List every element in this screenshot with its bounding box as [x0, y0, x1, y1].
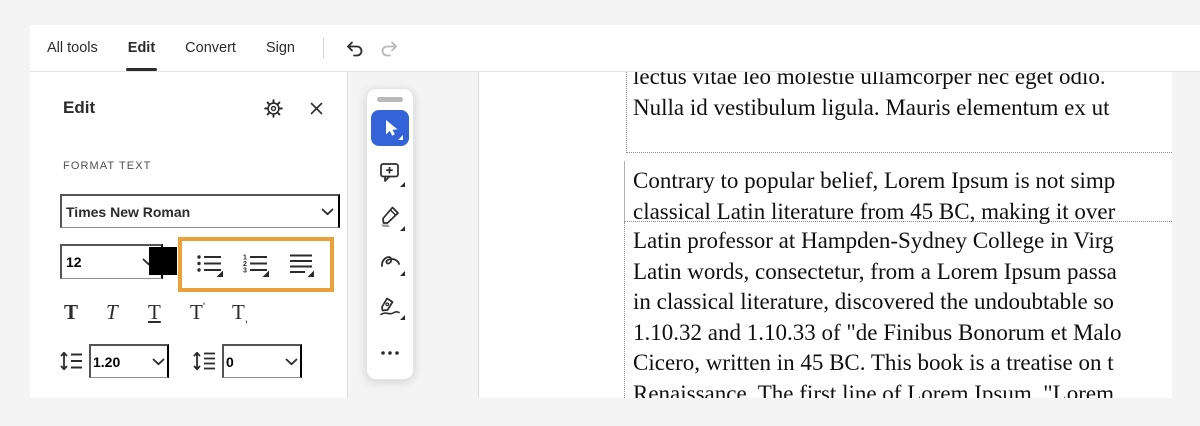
text-style-row: T T T T' T, — [60, 294, 310, 330]
font-family-dropdown[interactable]: Times New Roman — [60, 194, 340, 228]
underline-button[interactable]: T — [144, 300, 186, 325]
toolbar-drag-handle[interactable] — [377, 97, 403, 102]
list-format-group-highlighted: 123 — [178, 237, 334, 292]
alignment-icon — [289, 252, 315, 278]
char-spacing-value: 0 — [226, 354, 234, 370]
panel-title: Edit — [63, 98, 95, 118]
bold-button[interactable]: T — [60, 300, 102, 325]
add-comment-icon — [379, 162, 401, 183]
edit-panel-header: Edit — [63, 96, 329, 120]
font-size-value: 12 — [66, 254, 82, 270]
quick-tools-toolbar — [366, 88, 414, 380]
document-line: 1.10.32 and 1.10.33 of "de Finibus Bonor… — [633, 318, 1172, 349]
chevron-down-icon — [152, 358, 165, 366]
sign-pen-icon — [378, 295, 402, 317]
text-frame[interactable]: lectus vitae leo molestie ullamcorper ne… — [626, 72, 1172, 153]
document-page[interactable]: lectus vitae leo molestie ullamcorper ne… — [478, 72, 1172, 398]
italic-button[interactable]: T — [102, 300, 144, 325]
document-line: in classical literature, discovered the … — [633, 287, 1172, 318]
document-line: Latin words, consectetur, from a Lorem I… — [633, 257, 1172, 288]
char-spacing-group: 0 — [193, 344, 302, 378]
chevron-down-icon — [285, 358, 298, 366]
redo-icon — [378, 40, 400, 57]
char-spacing-icon — [193, 351, 216, 371]
bulleted-list-button[interactable] — [192, 248, 228, 282]
text-frame[interactable]: Contrary to popular belief, Lorem Ipsum … — [624, 161, 1172, 222]
document-line: Nulla id vestibulum ligula. Mauris eleme… — [633, 93, 1172, 124]
document-line: lectus vitae leo molestie ullamcorper ne… — [633, 72, 1172, 93]
chevron-down-icon — [321, 208, 334, 216]
document-line: Cicero, written in 45 BC. This book is a… — [633, 348, 1172, 379]
undo-icon — [344, 40, 366, 57]
tab-sign[interactable]: Sign — [264, 25, 297, 71]
font-family-value: Times New Roman — [66, 204, 190, 220]
bulleted-list-icon — [196, 252, 224, 278]
more-ellipsis-icon — [380, 350, 400, 356]
fill-and-sign-tool-button[interactable] — [371, 288, 409, 325]
select-tool-button[interactable] — [371, 110, 409, 147]
more-tools-button[interactable] — [371, 334, 409, 371]
highlighter-icon — [378, 205, 402, 229]
toolbar-divider — [323, 38, 324, 58]
document-line: Contrary to popular belief, Lorem Ipsum … — [633, 166, 1172, 197]
top-toolbar: All tools Edit Convert Sign — [30, 25, 1200, 72]
draw-tool-button[interactable] — [371, 243, 409, 280]
format-text-section-label: FORMAT TEXT — [63, 160, 152, 172]
superscript-button[interactable]: T' — [186, 300, 228, 325]
spacing-row: 1.20 0 — [60, 340, 350, 382]
numbered-list-icon: 123 — [242, 252, 270, 278]
document-line: Latin professor at Hampden-Sydney Colleg… — [633, 226, 1172, 257]
svg-text:3: 3 — [243, 267, 247, 274]
font-size-dropdown[interactable]: 12 — [60, 244, 163, 279]
draw-squiggle-icon — [379, 253, 402, 271]
redo-button[interactable] — [372, 31, 406, 65]
font-color-swatch[interactable] — [149, 247, 177, 275]
line-spacing-group: 1.20 — [60, 344, 169, 378]
tab-edit[interactable]: Edit — [126, 25, 157, 71]
add-comment-tool-button[interactable] — [371, 154, 409, 191]
document-line: Renaissance. The first line of Lorem Ips… — [633, 379, 1172, 399]
highlight-tool-button[interactable] — [371, 199, 409, 236]
close-icon — [310, 102, 323, 115]
line-spacing-icon — [60, 351, 83, 371]
edit-panel: Edit — [30, 72, 348, 398]
numbered-list-button[interactable]: 123 — [238, 248, 274, 282]
text-frame[interactable]: Latin professor at Hampden-Sydney Colleg… — [624, 222, 1172, 398]
subscript-button[interactable]: T, — [228, 300, 270, 325]
tab-convert[interactable]: Convert — [183, 25, 238, 71]
gear-icon — [264, 99, 283, 118]
undo-button[interactable] — [338, 31, 372, 65]
line-spacing-value: 1.20 — [93, 354, 120, 370]
alignment-button[interactable] — [284, 248, 320, 282]
close-panel-button[interactable] — [303, 95, 329, 121]
tab-all-tools[interactable]: All tools — [45, 25, 100, 71]
char-spacing-dropdown[interactable]: 0 — [222, 344, 302, 378]
line-spacing-dropdown[interactable]: 1.20 — [89, 344, 169, 378]
settings-button[interactable] — [259, 94, 287, 122]
